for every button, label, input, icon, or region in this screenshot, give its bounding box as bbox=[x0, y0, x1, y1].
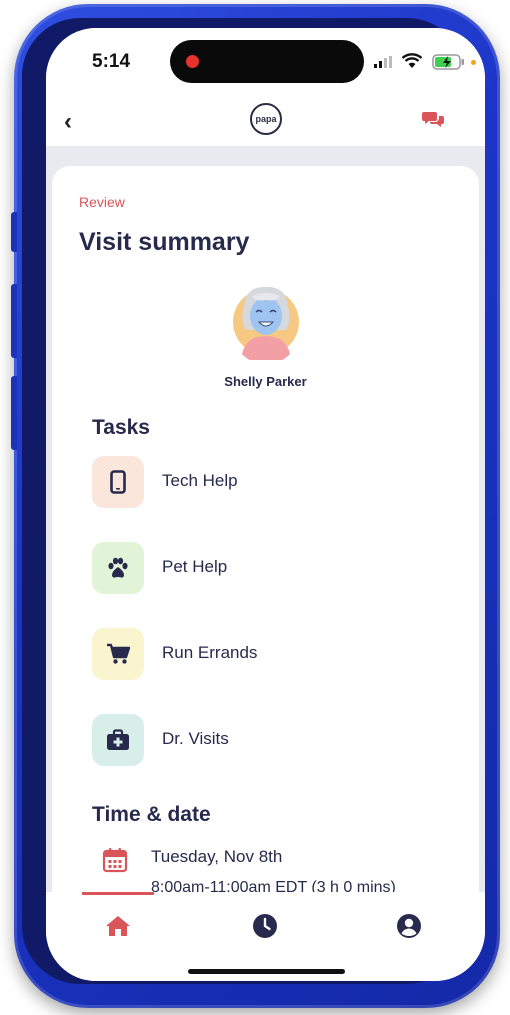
task-icon-tile bbox=[92, 714, 144, 766]
user-icon bbox=[397, 914, 421, 938]
member-avatar bbox=[233, 286, 299, 360]
time-date-heading: Time & date bbox=[92, 803, 211, 826]
chat-icon[interactable] bbox=[422, 110, 444, 128]
tab-profile[interactable] bbox=[389, 906, 429, 946]
task-label: Dr. Visits bbox=[162, 729, 229, 748]
phone-icon bbox=[110, 470, 126, 494]
calendar-icon bbox=[102, 848, 128, 873]
paw-icon bbox=[108, 557, 128, 578]
wifi-icon bbox=[401, 53, 423, 68]
recording-indicator-icon bbox=[186, 55, 199, 68]
bottom-tab-bar bbox=[46, 892, 485, 981]
logo-text: papa bbox=[255, 114, 277, 124]
task-run-errands[interactable]: Run Errands bbox=[92, 628, 452, 680]
home-indicator bbox=[188, 969, 345, 974]
task-icon-tile bbox=[92, 542, 144, 594]
cellular-signal-icon bbox=[374, 56, 392, 68]
battery-charging-icon bbox=[432, 54, 464, 70]
clock-icon bbox=[253, 914, 277, 938]
task-icon-tile bbox=[92, 628, 144, 680]
tab-home[interactable] bbox=[98, 906, 138, 946]
top-nav-bar: ‹ papa bbox=[46, 100, 485, 146]
task-label: Tech Help bbox=[162, 471, 238, 490]
task-pet-help[interactable]: Pet Help bbox=[92, 542, 452, 594]
task-label: Pet Help bbox=[162, 557, 228, 576]
home-icon bbox=[106, 916, 130, 936]
page-title: Visit summary bbox=[79, 228, 250, 256]
status-time: 5:14 bbox=[92, 51, 131, 72]
visit-summary-card: Review Visit summary Shelly Parker Tasks… bbox=[52, 166, 479, 926]
task-dr-visits[interactable]: Dr. Visits bbox=[92, 714, 452, 766]
phone-side-button bbox=[11, 212, 17, 252]
dynamic-island bbox=[170, 40, 364, 83]
status-bar: 5:14 bbox=[46, 28, 485, 100]
visit-date: Tuesday, Nov 8th bbox=[151, 847, 283, 866]
tab-history[interactable] bbox=[245, 906, 285, 946]
phone-volume-up-button bbox=[11, 284, 17, 358]
task-icon-tile bbox=[92, 456, 144, 508]
phone-volume-down-button bbox=[11, 376, 17, 450]
privacy-indicator-icon bbox=[471, 60, 476, 65]
back-button[interactable]: ‹ bbox=[64, 108, 72, 136]
review-label: Review bbox=[79, 194, 125, 210]
papa-logo: papa bbox=[250, 103, 282, 135]
active-tab-indicator bbox=[82, 892, 154, 895]
cart-icon bbox=[107, 643, 130, 664]
medical-kit-icon bbox=[107, 729, 129, 750]
tasks-heading: Tasks bbox=[92, 416, 150, 439]
task-tech-help[interactable]: Tech Help bbox=[92, 456, 452, 508]
screen: 5:14 ‹ papa Review Visit summary Shelly … bbox=[46, 28, 485, 981]
member-name: Shelly Parker bbox=[224, 374, 307, 389]
task-label: Run Errands bbox=[162, 643, 258, 662]
